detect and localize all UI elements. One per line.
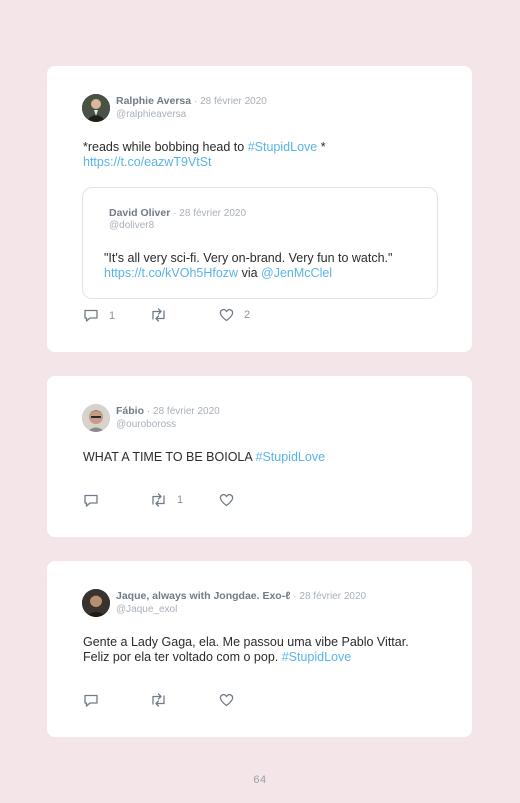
hashtag-link[interactable]: #StupidLove bbox=[282, 650, 352, 664]
tweet-text-line1: Gente a Lady Gaga, ela. Me passou uma vi… bbox=[83, 635, 409, 649]
quoted-author-line: David Oliver · 28 février 2020 bbox=[109, 207, 246, 219]
via-text: via bbox=[238, 266, 262, 280]
tweet-text: WHAT A TIME TO BE BOIOLA #StupidLove bbox=[83, 450, 325, 465]
avatar[interactable] bbox=[82, 404, 110, 432]
mention-link[interactable]: @JenMcClel bbox=[261, 266, 332, 280]
page-number: 64 bbox=[253, 774, 267, 786]
tweet-actions: 1 bbox=[83, 493, 383, 509]
heart-icon bbox=[219, 693, 234, 707]
retweet-icon bbox=[150, 493, 167, 507]
tweet-text-part: * bbox=[317, 140, 326, 154]
retweet-count: 1 bbox=[177, 494, 184, 506]
author-line: Fábio · 28 février 2020 bbox=[116, 405, 220, 417]
like-button[interactable] bbox=[219, 693, 244, 707]
hashtag-link[interactable]: #StupidLove bbox=[248, 140, 318, 154]
avatar[interactable] bbox=[82, 94, 110, 122]
heart-icon bbox=[219, 493, 234, 507]
like-button[interactable]: 2 bbox=[219, 308, 250, 322]
avatar[interactable] bbox=[82, 589, 110, 617]
quoted-tweet-date[interactable]: · 28 février 2020 bbox=[173, 208, 246, 219]
tweet-text-part: WHAT A TIME TO BE BOIOLA bbox=[83, 450, 256, 464]
tweet-date[interactable]: · 28 février 2020 bbox=[293, 591, 366, 602]
reply-button[interactable] bbox=[83, 493, 109, 508]
quoted-author-name[interactable]: David Oliver bbox=[109, 207, 170, 219]
tweet-text-part: *reads while bobbing head to bbox=[83, 140, 248, 154]
tweet-url-link[interactable]: https://t.co/eazwT9VtSt bbox=[83, 155, 212, 170]
reply-icon bbox=[83, 493, 99, 508]
retweet-button[interactable]: 1 bbox=[150, 493, 183, 507]
author-handle[interactable]: @ralphieaversa bbox=[116, 109, 186, 120]
like-count: 2 bbox=[244, 309, 251, 321]
author-name[interactable]: Ralphie Aversa bbox=[116, 95, 191, 107]
quoted-author-handle[interactable]: @doliver8 bbox=[109, 220, 154, 231]
tweet-card-2: Fábio · 28 février 2020 @ouroboross WHAT… bbox=[47, 376, 472, 537]
tweet-card-1: Ralphie Aversa · 28 février 2020 @ralphi… bbox=[47, 66, 472, 352]
tweet-actions bbox=[83, 693, 383, 709]
heart-icon bbox=[219, 308, 234, 322]
retweet-icon bbox=[150, 693, 167, 707]
reply-icon bbox=[83, 693, 99, 708]
quoted-text-line2: https://t.co/kVOh5Hfozw via @JenMcClel bbox=[104, 266, 332, 281]
tweet-card-3: Jaque, always with Jongdae. Exo-ℓ · 28 f… bbox=[47, 561, 472, 737]
quoted-url-link[interactable]: https://t.co/kVOh5Hfozw bbox=[104, 266, 238, 280]
like-button[interactable] bbox=[219, 493, 244, 507]
tweet-date[interactable]: · 28 février 2020 bbox=[147, 406, 220, 417]
retweet-button[interactable] bbox=[150, 308, 177, 322]
author-handle[interactable]: @Jaque_exol bbox=[116, 604, 177, 615]
author-name[interactable]: Jaque, always with Jongdae. Exo-ℓ bbox=[116, 590, 290, 602]
author-handle[interactable]: @ouroboross bbox=[116, 419, 176, 430]
reply-count: 1 bbox=[109, 309, 116, 322]
retweet-button[interactable] bbox=[150, 693, 177, 707]
tweet-text-line2: Feliz por ela ter voltado com o pop. #St… bbox=[83, 650, 351, 665]
retweet-icon bbox=[150, 308, 167, 322]
author-name[interactable]: Fábio bbox=[116, 405, 144, 417]
tweet-text-part: Feliz por ela ter voltado com o pop. bbox=[83, 650, 282, 664]
tweet-actions: 1 2 bbox=[83, 308, 383, 324]
author-line: Jaque, always with Jongdae. Exo-ℓ · 28 f… bbox=[116, 590, 366, 602]
tweet-text: *reads while bobbing head to #StupidLove… bbox=[83, 140, 326, 155]
author-line: Ralphie Aversa · 28 février 2020 bbox=[116, 95, 267, 107]
reply-button[interactable]: 1 bbox=[83, 308, 115, 323]
hashtag-link[interactable]: #StupidLove bbox=[256, 450, 326, 464]
quoted-tweet[interactable]: David Oliver · 28 février 2020 @doliver8… bbox=[82, 187, 438, 299]
reply-button[interactable] bbox=[83, 693, 109, 708]
tweet-date[interactable]: · 28 février 2020 bbox=[194, 96, 267, 107]
quoted-text: "It's all very sci-fi. Very on-brand. Ve… bbox=[104, 251, 393, 265]
reply-icon bbox=[83, 308, 99, 323]
